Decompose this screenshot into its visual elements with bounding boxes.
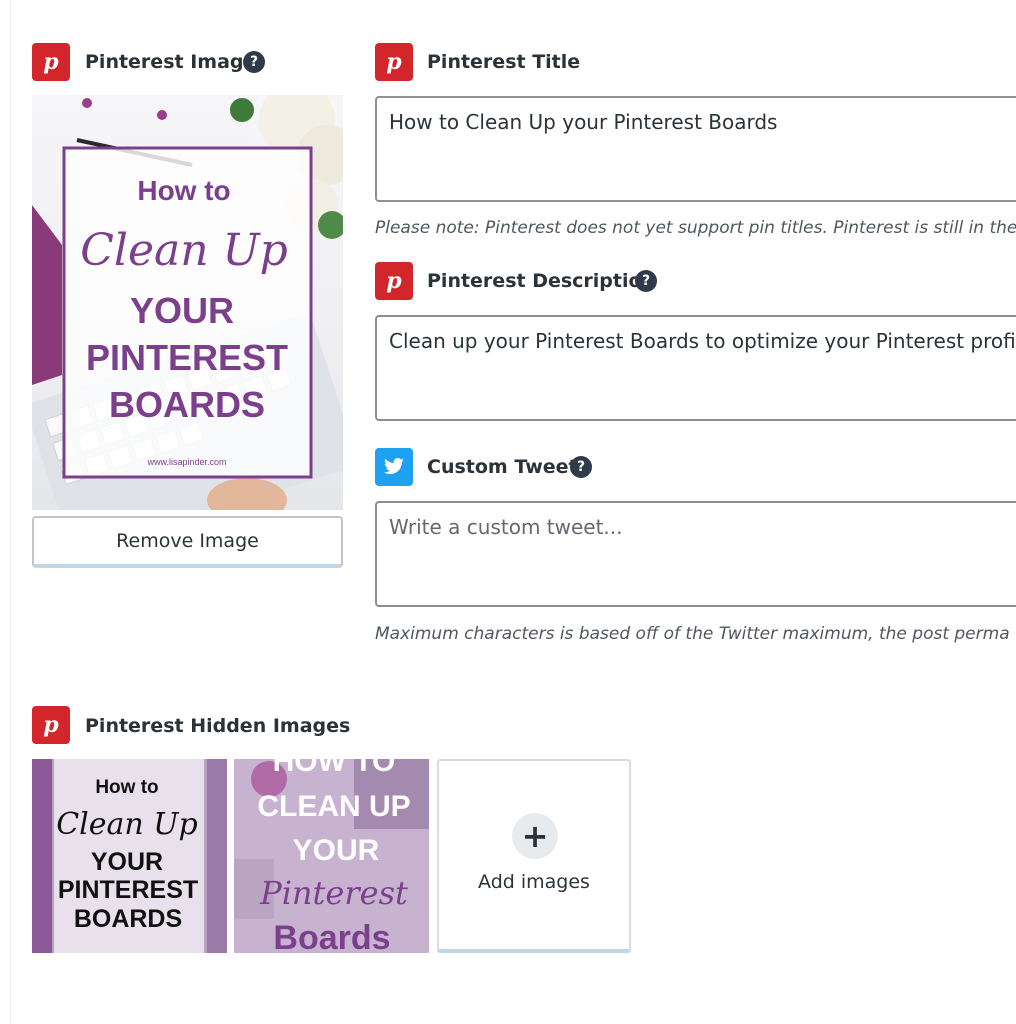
overlay-line3: YOUR xyxy=(130,290,234,331)
pinterest-title-label: Pinterest Title xyxy=(427,51,581,73)
thumb2-line4: Pinterest xyxy=(259,874,408,912)
pinterest-title-note: Please note: Pinterest does not yet supp… xyxy=(375,218,1016,238)
thumb1-line2: Clean Up xyxy=(56,807,198,842)
overlay-line1: How to xyxy=(137,175,230,206)
pinterest-description-label: Pinterest Description xyxy=(427,270,656,292)
overlay-line4: PINTEREST xyxy=(86,337,288,378)
svg-text:p: p xyxy=(386,49,402,75)
thumb2-line1: HOW TO xyxy=(273,759,396,778)
help-icon[interactable]: ? xyxy=(635,270,657,292)
custom-tweet-label: Custom Tweet xyxy=(427,456,578,478)
thumb2-line3: YOUR xyxy=(293,834,380,867)
overlay-url: www.lisapinder.com xyxy=(146,457,226,467)
svg-text:p: p xyxy=(386,268,402,294)
pinterest-icon: p xyxy=(375,262,413,300)
svg-text:p: p xyxy=(43,712,59,738)
pinterest-icon: p xyxy=(32,43,70,81)
add-images-button[interactable]: + Add images xyxy=(437,759,631,953)
pinterest-icon: p xyxy=(375,43,413,81)
svg-text:p: p xyxy=(43,49,59,75)
hidden-image-thumbnail[interactable]: HOW TO CLEAN UP YOUR Pinterest Boards xyxy=(234,759,429,953)
add-images-label: Add images xyxy=(478,871,590,893)
bag-decoration xyxy=(32,205,62,385)
thumb2-line2: CLEAN UP xyxy=(257,790,410,823)
panel-left-border xyxy=(10,0,11,1024)
custom-tweet-note: Maximum characters is based off of the T… xyxy=(375,624,1010,644)
help-icon[interactable]: ? xyxy=(243,51,265,73)
remove-image-button[interactable]: Remove Image xyxy=(32,516,343,568)
thumb1-line5: BOARDS xyxy=(74,905,182,933)
pinterest-icon: p xyxy=(32,706,70,744)
overlay-line5: BOARDS xyxy=(109,384,265,425)
thumb1-line1: How to xyxy=(95,777,158,798)
pinterest-description-field[interactable]: Clean up your Pinterest Boards to optimi… xyxy=(375,315,1016,421)
thumb2-line5: Boards xyxy=(273,919,390,953)
twitter-icon xyxy=(375,448,413,486)
thumb1-line3: YOUR xyxy=(91,848,163,876)
help-icon[interactable]: ? xyxy=(570,456,592,478)
pinterest-image-preview: How to Clean Up YOUR PINTEREST BOARDS ww… xyxy=(32,95,343,510)
thumb1-line4: PINTEREST xyxy=(58,876,198,904)
hidden-images-label: Pinterest Hidden Images xyxy=(85,715,351,737)
custom-tweet-field[interactable]: Write a custom tweet... xyxy=(375,501,1016,607)
overlay-line2: Clean Up xyxy=(80,225,288,276)
pinterest-title-field[interactable]: How to Clean Up your Pinterest Boards xyxy=(375,96,1016,202)
pinterest-image-label: Pinterest Image xyxy=(85,51,257,73)
hidden-image-thumbnail[interactable]: How to Clean Up YOUR PINTEREST BOARDS xyxy=(32,759,227,953)
plus-icon: + xyxy=(512,813,558,859)
